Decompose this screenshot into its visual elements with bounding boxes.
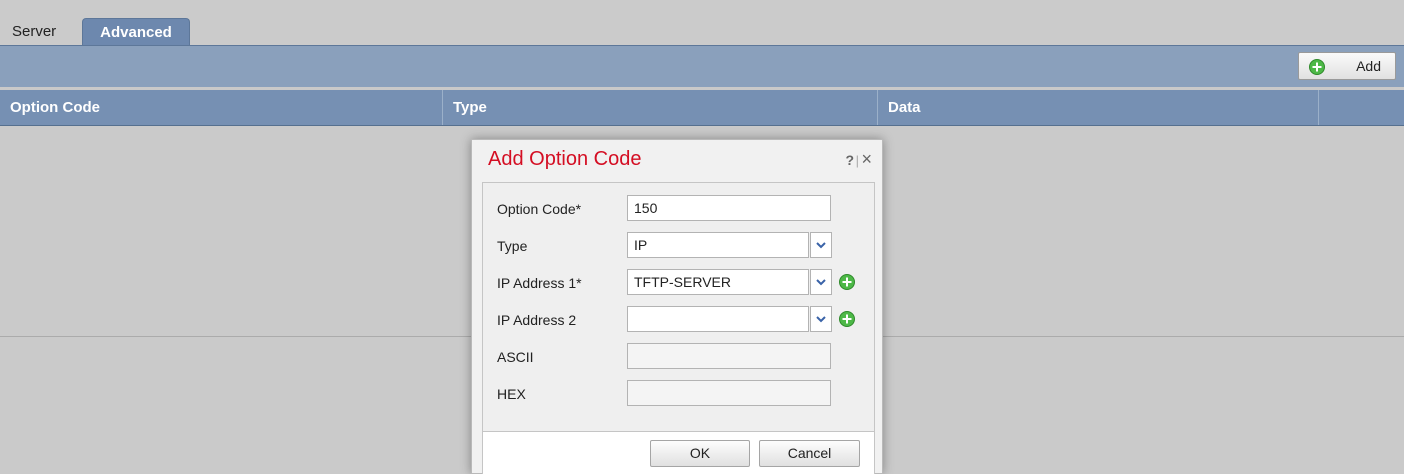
tab-strip: Server Advanced	[0, 0, 1404, 46]
help-icon[interactable]: ?	[845, 152, 854, 168]
column-header-data[interactable]: Data	[878, 90, 1319, 125]
chevron-down-icon	[816, 279, 826, 286]
column-header-option-code[interactable]: Option Code	[0, 90, 443, 125]
ok-button[interactable]: OK	[650, 440, 750, 467]
ip-address-2-label: IP Address 2	[497, 312, 577, 328]
add-button[interactable]: Add	[1298, 52, 1396, 80]
column-header-actions	[1319, 90, 1404, 125]
ip-address-2-dropdown-button[interactable]	[810, 306, 832, 332]
option-code-label: Option Code*	[497, 201, 582, 217]
ip-address-1-dropdown-button[interactable]	[810, 269, 832, 295]
dialog-title: Add Option Code	[488, 148, 642, 170]
column-header-type[interactable]: Type	[443, 90, 878, 125]
type-select[interactable]: IP	[627, 232, 809, 258]
tab-server[interactable]: Server	[10, 18, 74, 45]
grid-header: Option Code Type Data	[0, 90, 1404, 126]
ascii-input[interactable]	[627, 343, 831, 369]
option-code-input[interactable]: 150	[627, 195, 831, 221]
ascii-label: ASCII	[497, 349, 534, 365]
toolbar: Add	[0, 45, 1404, 87]
add-ip-address-1-icon[interactable]	[839, 274, 855, 290]
add-button-label: Add	[1356, 58, 1381, 74]
ip-address-1-label: IP Address 1*	[497, 275, 582, 291]
add-option-code-dialog: Add Option Code ? | × Option Code* 150 T…	[471, 139, 883, 474]
dialog-form: Option Code* 150 Type IP IP Address 1* T…	[482, 182, 875, 432]
ip-address-1-select[interactable]: TFTP-SERVER	[627, 269, 809, 295]
ip-address-2-select[interactable]	[627, 306, 809, 332]
cancel-button[interactable]: Cancel	[759, 440, 860, 467]
hex-label: HEX	[497, 386, 526, 402]
close-icon[interactable]: ×	[861, 149, 872, 170]
type-label: Type	[497, 238, 528, 254]
chevron-down-icon	[816, 316, 826, 323]
tab-advanced[interactable]: Advanced	[82, 18, 190, 45]
header-separator: |	[855, 153, 859, 168]
add-circle-icon	[1309, 59, 1325, 75]
hex-input[interactable]	[627, 380, 831, 406]
chevron-down-icon	[816, 242, 826, 249]
add-ip-address-2-icon[interactable]	[839, 311, 855, 327]
dialog-footer: OK Cancel	[482, 432, 875, 474]
type-dropdown-button[interactable]	[810, 232, 832, 258]
